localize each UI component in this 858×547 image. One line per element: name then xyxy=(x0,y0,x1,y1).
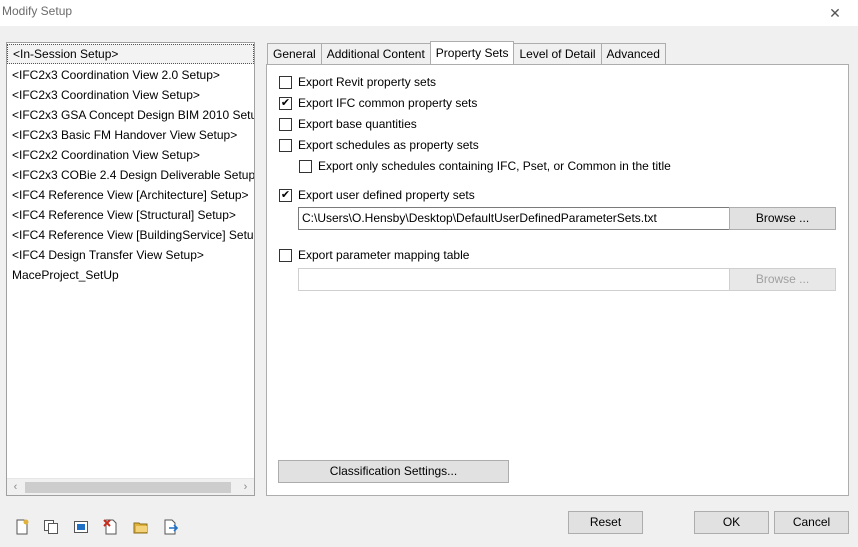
scroll-left-icon[interactable]: ‹ xyxy=(7,479,24,495)
export-user-defined-option[interactable]: ✔ Export user defined property sets xyxy=(279,187,475,203)
ok-button[interactable]: OK xyxy=(694,511,769,534)
export-ifc-common-checkbox[interactable]: ✔ xyxy=(279,96,292,110)
export-schedules-only-label: Export only schedules containing IFC, Ps… xyxy=(318,159,671,173)
tab-general[interactable]: General xyxy=(267,43,322,64)
export-setup-icon[interactable] xyxy=(162,518,180,536)
setup-list-item[interactable]: <IFC2x3 Coordination View 2.0 Setup> xyxy=(7,65,254,85)
setup-list-item[interactable]: <IFC4 Design Transfer View Setup> xyxy=(7,245,254,265)
setup-list-item[interactable]: <IFC2x3 GSA Concept Design BIM 2010 Setu… xyxy=(7,105,254,125)
export-base-quantities-label: Export base quantities xyxy=(298,117,417,131)
new-setup-icon[interactable] xyxy=(13,518,31,536)
export-mapping-table-label: Export parameter mapping table xyxy=(298,248,470,262)
setup-list-item[interactable]: <IFC2x3 COBie 2.4 Design Deliverable Set… xyxy=(7,165,254,185)
export-mapping-table-checkbox[interactable] xyxy=(279,248,292,262)
setup-list-item[interactable]: MaceProject_SetUp xyxy=(7,265,254,285)
tab-strip: General Additional Content Property Sets Le… xyxy=(267,41,666,64)
rename-setup-icon[interactable] xyxy=(72,518,90,536)
export-base-quantities-checkbox[interactable] xyxy=(279,117,292,131)
export-ifc-common-option[interactable]: ✔ Export IFC common property sets xyxy=(279,95,477,111)
setup-list-item[interactable]: <IFC2x3 Basic FM Handover View Setup> xyxy=(7,125,254,145)
user-defined-path-field[interactable]: C:\Users\O.Hensby\Desktop\DefaultUserDef… xyxy=(298,207,730,230)
export-user-defined-label: Export user defined property sets xyxy=(298,188,475,202)
duplicate-setup-icon[interactable] xyxy=(42,518,60,536)
horizontal-scrollbar[interactable]: ‹ › xyxy=(7,478,254,495)
browse-mapping-button[interactable]: Browse ... xyxy=(729,268,836,291)
export-revit-option[interactable]: Export Revit property sets xyxy=(279,74,436,90)
export-schedules-only-option[interactable]: Export only schedules containing IFC, Ps… xyxy=(299,158,671,174)
export-schedules-option[interactable]: Export schedules as property sets xyxy=(279,137,479,153)
classification-settings-button[interactable]: Classification Settings... xyxy=(278,460,509,483)
export-ifc-common-label: Export IFC common property sets xyxy=(298,96,478,110)
browse-button[interactable]: Browse ... xyxy=(729,207,836,230)
setup-list-item[interactable]: <IFC4 Reference View [Architecture] Setu… xyxy=(7,185,254,205)
export-user-defined-checkbox[interactable]: ✔ xyxy=(279,188,292,202)
tab-advanced[interactable]: Advanced xyxy=(600,43,666,64)
tab-level-of-detail[interactable]: Level of Detail xyxy=(513,43,602,64)
export-schedules-only-checkbox[interactable] xyxy=(299,159,312,173)
delete-setup-icon[interactable] xyxy=(102,518,120,536)
mapping-path-field[interactable] xyxy=(298,268,730,291)
setup-list-item[interactable]: <In-Session Setup> xyxy=(7,44,254,64)
setup-list-item[interactable]: <IFC4 Reference View [BuildingService] S… xyxy=(7,225,254,245)
setup-list-item[interactable]: <IFC2x3 Coordination View Setup> xyxy=(7,85,254,105)
tab-property-sets[interactable]: Property Sets xyxy=(429,41,515,64)
import-setup-icon[interactable] xyxy=(132,518,150,536)
setup-list-item[interactable]: <IFC4 Reference View [Structural] Setup> xyxy=(7,205,254,225)
reset-button[interactable]: Reset xyxy=(568,511,643,534)
setup-list[interactable]: <In-Session Setup> <IFC2x3 Coordination V… xyxy=(6,42,255,496)
export-base-quantities-option[interactable]: Export base quantities xyxy=(279,116,417,132)
window-title: Modify Setup xyxy=(2,4,73,18)
export-mapping-table-option[interactable]: Export parameter mapping table xyxy=(279,247,469,263)
cancel-button[interactable]: Cancel xyxy=(774,511,849,534)
title-bar: Modify Setup ✕ xyxy=(0,0,858,26)
scroll-right-icon[interactable]: › xyxy=(237,479,254,495)
close-icon[interactable]: ✕ xyxy=(812,0,858,26)
scrollbar-thumb[interactable] xyxy=(25,482,231,493)
export-revit-label: Export Revit property sets xyxy=(298,75,437,89)
property-sets-panel: Export Revit property sets ✔ Export IFC … xyxy=(266,64,849,496)
export-schedules-checkbox[interactable] xyxy=(279,138,292,152)
setup-list-item[interactable]: <IFC2x2 Coordination View Setup> xyxy=(7,145,254,165)
export-revit-checkbox[interactable] xyxy=(279,75,292,89)
tab-additional-content[interactable]: Additional Content xyxy=(320,43,431,64)
export-schedules-label: Export schedules as property sets xyxy=(298,138,479,152)
